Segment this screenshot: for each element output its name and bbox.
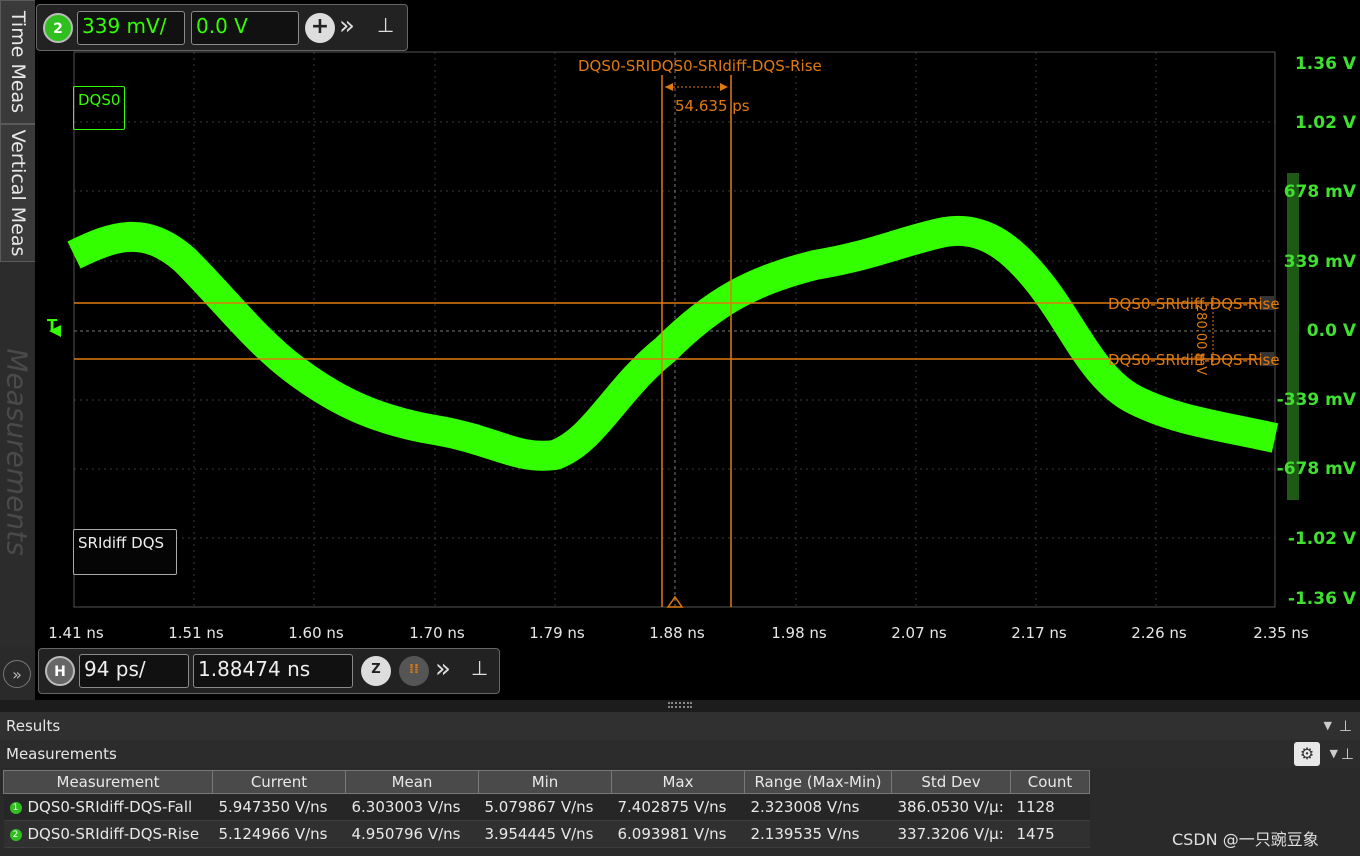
splitter-grip-icon: [668, 702, 692, 708]
measurements-watermark: Measurements: [0, 348, 34, 556]
x-axis-label: 2.35 ns: [1253, 624, 1309, 642]
time-meas-tab[interactable]: Time Meas: [0, 0, 36, 124]
measurements-tab-area: Measurements: [0, 262, 34, 647]
zoom-icon[interactable]: Z: [361, 656, 391, 686]
scope-display: DQS0 SRIdiff DQS T DQS0-SRIDQS0-SRIdiff-…: [35, 0, 1360, 700]
range-cell: 2.139535 V/ns: [744, 820, 892, 848]
results-panel-title: Results: [6, 717, 61, 735]
markers-icon[interactable]: ⁞⁞: [399, 656, 429, 686]
measurement-badge: 2: [9, 828, 22, 841]
table-header-row: Measurement Current Mean Min Max Range (…: [3, 770, 1090, 794]
add-icon[interactable]: +: [305, 13, 335, 43]
min-cell: 5.079867 V/ns: [478, 793, 612, 821]
current-cell: 5.947350 V/ns: [212, 793, 346, 821]
channel-label-dqs0-text: DQS0: [78, 91, 121, 109]
column-header[interactable]: Count: [1010, 770, 1090, 794]
column-header[interactable]: Range (Max-Min): [744, 770, 892, 794]
measurements-table: Measurement Current Mean Min Max Range (…: [3, 770, 1090, 848]
channel-label-sriff-dqs-text: SRIdiff DQS: [78, 534, 165, 552]
measurement-badge: 1: [9, 801, 22, 814]
x-axis-label: 2.17 ns: [1011, 624, 1067, 642]
time-meas-tab-label: Time Meas: [7, 10, 29, 114]
y-axis-label: -1.36 V: [1287, 589, 1356, 609]
count-cell: 1128: [1010, 793, 1090, 821]
column-header[interactable]: Mean: [345, 770, 479, 794]
y-axis-label: 1.36 V: [1294, 54, 1356, 74]
x-axis-label: 1.88 ns: [649, 624, 705, 642]
table-row[interactable]: 2 DQS0-SRIdiff-DQS-Rise 5.124966 V/ns 4.9…: [3, 820, 1090, 848]
current-cell: 5.124966 V/ns: [212, 820, 346, 848]
x-axis-label: 2.26 ns: [1131, 624, 1187, 642]
measurement-name-cell: 2 DQS0-SRIdiff-DQS-Rise: [3, 820, 213, 848]
vertical-scale-input[interactable]: 339 mV/: [77, 11, 185, 45]
trigger-level-marker[interactable]: T: [47, 316, 57, 334]
measurements-section-header: Measurements ⚙ ▼ ⊥: [0, 740, 1360, 768]
gear-icon[interactable]: ⚙: [1294, 742, 1320, 766]
chevron-right-icon[interactable]: »: [435, 654, 451, 684]
y-axis-label: 0.0 V: [1306, 321, 1356, 341]
horizontal-badge[interactable]: H: [45, 656, 75, 686]
x-axis-label: 2.07 ns: [891, 624, 947, 642]
channel-control-bar: 2 339 mV/ 0.0 V + » ⊥: [36, 4, 408, 51]
x-axis-label: 1.60 ns: [288, 624, 344, 642]
mean-cell: 6.303003 V/ns: [345, 793, 479, 821]
time-scale-input[interactable]: 94 ps/: [79, 654, 189, 688]
pin-icon[interactable]: ⊥: [1341, 740, 1354, 768]
count-cell: 1475: [1010, 820, 1090, 848]
y-axis-label: -678 mV: [1276, 459, 1356, 479]
x-axis-label: 1.51 ns: [168, 624, 224, 642]
delta-time-label: 54.635 ps: [675, 97, 750, 115]
delta-voltage-label: 280.00 mV: [1193, 303, 1209, 376]
measurement-name-cell: 1 DQS0-SRIdiff-DQS-Fall: [3, 793, 213, 821]
y-axis-label: -339 mV: [1276, 390, 1356, 410]
vertical-offset-input[interactable]: 0.0 V: [191, 11, 299, 45]
column-header[interactable]: Current: [212, 770, 346, 794]
panel-splitter[interactable]: [0, 700, 1360, 712]
measurements-section-title: Measurements: [6, 745, 117, 763]
max-cell: 6.093981 V/ns: [611, 820, 745, 848]
dropdown-icon[interactable]: ▼: [1324, 712, 1332, 740]
vertical-meas-tab-label: Vertical Meas: [7, 129, 29, 257]
std-dev-cell: 386.0530 V/µ:: [891, 793, 1011, 821]
mean-cell: 4.950796 V/ns: [345, 820, 479, 848]
dropdown-icon[interactable]: ▼: [1330, 740, 1338, 768]
channel-label-sriff-dqs[interactable]: SRIdiff DQS: [73, 529, 177, 575]
pin-icon[interactable]: ⊥: [471, 656, 488, 680]
x-axis-label: 1.41 ns: [48, 624, 104, 642]
x-axis-label: 1.70 ns: [409, 624, 465, 642]
column-header[interactable]: Measurement: [3, 770, 213, 794]
column-header[interactable]: Max: [611, 770, 745, 794]
channel-range-bar: [1287, 173, 1299, 500]
x-axis-label: 1.98 ns: [771, 624, 827, 642]
column-header[interactable]: Std Dev: [891, 770, 1011, 794]
table-row[interactable]: 1 DQS0-SRIdiff-DQS-Fall 5.947350 V/ns 6.3…: [3, 793, 1090, 821]
vertical-meas-tab[interactable]: Vertical Meas: [0, 124, 36, 262]
y-axis-label: 1.02 V: [1294, 113, 1356, 133]
x-axis-label: 1.79 ns: [529, 624, 585, 642]
channel-2-badge[interactable]: 2: [43, 13, 73, 43]
y-axis-label: 339 mV: [1283, 252, 1356, 272]
pin-icon[interactable]: ⊥: [1339, 712, 1352, 740]
results-panel-header: Results ▼ ⊥: [0, 712, 1360, 740]
chevron-right-icon[interactable]: »: [339, 11, 355, 41]
measurement-name: DQS0-SRIdiff-DQS-Fall: [27, 798, 193, 816]
std-dev-cell: 337.3206 V/µ:: [891, 820, 1011, 848]
y-axis-label: -1.02 V: [1287, 529, 1356, 549]
cursor-title-label: DQS0-SRIDQS0-SRIdiff-DQS-Rise: [578, 57, 822, 75]
max-cell: 7.402875 V/ns: [611, 793, 745, 821]
expand-sidebar-button[interactable]: »: [3, 660, 31, 688]
channel-label-dqs0[interactable]: DQS0: [73, 86, 125, 130]
pin-icon[interactable]: ⊥: [377, 13, 394, 37]
watermark-text: CSDN @一只豌豆象: [1172, 830, 1319, 849]
y-axis-label: 678 mV: [1283, 182, 1356, 202]
timebase-control-bar: H 94 ps/ 1.88474 ns Z ⁞⁞ » ⊥: [38, 648, 500, 694]
measurement-name: DQS0-SRIdiff-DQS-Rise: [27, 825, 200, 843]
min-cell: 3.954445 V/ns: [478, 820, 612, 848]
time-position-input[interactable]: 1.88474 ns: [193, 654, 353, 688]
range-cell: 2.323008 V/ns: [744, 793, 892, 821]
column-header[interactable]: Min: [478, 770, 612, 794]
